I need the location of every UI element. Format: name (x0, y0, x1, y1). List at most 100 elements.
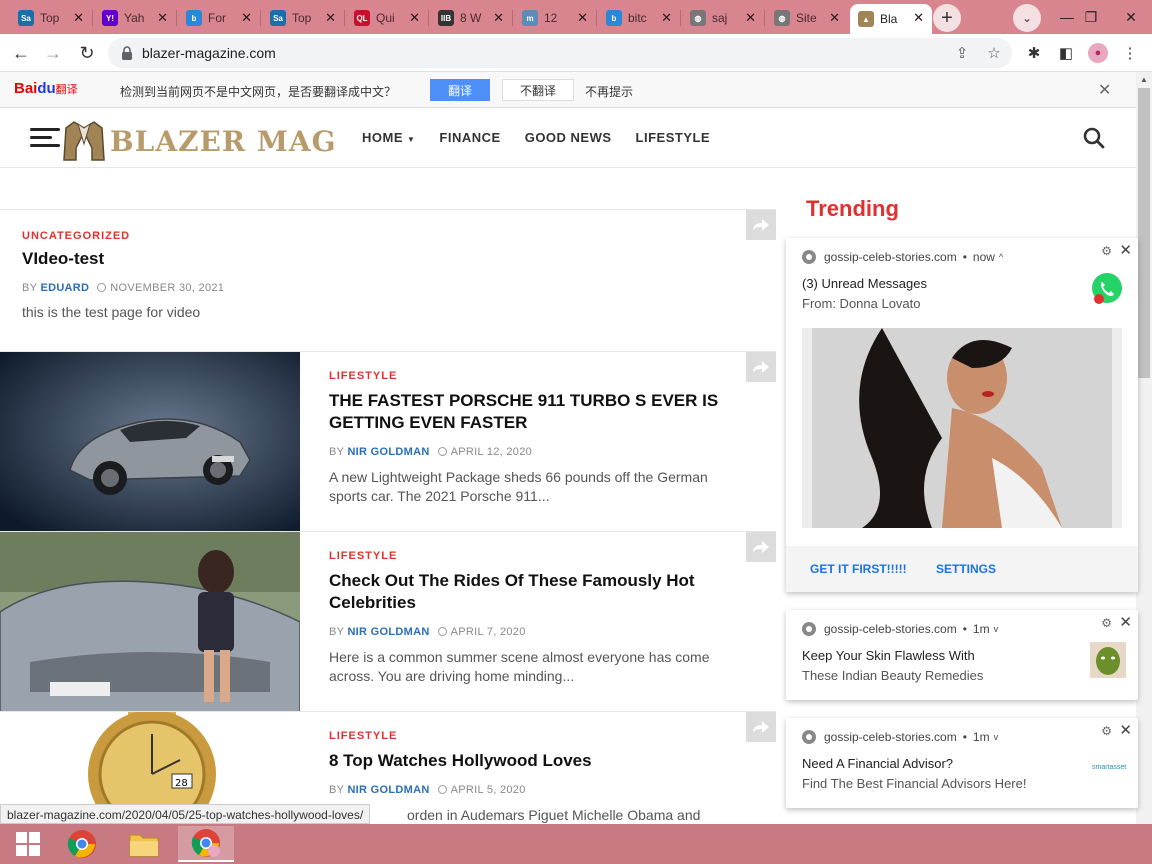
new-tab-button[interactable]: + (933, 4, 961, 32)
tab-0[interactable]: Sa Top ✕ (10, 4, 92, 32)
tab-separator (260, 10, 261, 26)
chrome-notification[interactable]: gossip-celeb-stories.com • 1m v ⚙ ✕ Need A … (786, 718, 1138, 808)
post-category[interactable]: LIFESTYLE (329, 550, 729, 562)
site-logo[interactable]: BLAZER MAG (62, 118, 337, 164)
post-title[interactable]: VIdeo-test (22, 248, 722, 270)
tab-close-icon[interactable]: ✕ (73, 10, 84, 26)
tab-5[interactable]: IIB 8 W ✕ (430, 4, 512, 32)
gear-icon[interactable]: ⚙ (1101, 616, 1112, 630)
blazer-icon: ▲ (858, 11, 874, 27)
close-icon[interactable]: ✕ (1119, 613, 1132, 631)
share-icon[interactable] (746, 352, 776, 382)
tab-10[interactable]: ▲ Bla ✕ (850, 4, 932, 34)
search-icon[interactable] (1082, 126, 1106, 150)
side-panel-icon[interactable]: ◧ (1056, 43, 1076, 63)
no-translate-button[interactable]: 不翻译 (502, 79, 574, 101)
tab-title: saj (712, 11, 728, 25)
tab-close-icon[interactable]: ✕ (913, 10, 924, 26)
taskbar-chrome[interactable] (54, 826, 110, 862)
start-button[interactable] (0, 826, 56, 862)
tab-1[interactable]: Y! Yah ✕ (94, 4, 176, 32)
chrome-notification[interactable]: gossip-celeb-stories.com • 1m v ⚙ ✕ Keep Yo… (786, 610, 1138, 700)
scroll-up-arrow-icon[interactable]: ▲ (1140, 75, 1148, 84)
never-prompt-link[interactable]: 不再提示 (585, 83, 633, 100)
tab-search-button[interactable]: ⌄ (1013, 4, 1041, 32)
tab-close-icon[interactable]: ✕ (241, 10, 252, 26)
post-category[interactable]: LIFESTYLE (329, 370, 729, 382)
tab-4[interactable]: QL Qui ✕ (346, 4, 428, 32)
chrome-profile-icon (191, 829, 220, 857)
tab-6[interactable]: m 12 ✕ (514, 4, 596, 32)
profile-avatar[interactable]: ● (1088, 43, 1108, 63)
post-title[interactable]: THE FASTEST PORSCHE 911 TURBO S EVER IS … (329, 390, 729, 434)
tab-close-icon[interactable]: ✕ (745, 10, 756, 26)
source-label: gossip-celeb-stories.com (824, 250, 957, 264)
tab-title: Yah (124, 11, 145, 25)
chevron-down-icon[interactable]: v (994, 624, 999, 634)
taskbar-chrome-active[interactable] (178, 826, 234, 862)
tab-3[interactable]: Sa Top ✕ (262, 4, 344, 32)
tab-separator (176, 10, 177, 26)
gear-icon[interactable]: ⚙ (1101, 244, 1112, 258)
share-icon[interactable] (746, 532, 776, 562)
scrollbar-thumb[interactable] (1138, 88, 1150, 378)
reload-icon[interactable]: ↻ (74, 40, 100, 66)
menu-kebab-icon[interactable]: ⋮ (1120, 43, 1140, 63)
gear-icon[interactable]: ⚙ (1101, 724, 1112, 738)
tab-close-icon[interactable]: ✕ (661, 10, 672, 26)
close-icon[interactable]: ✕ (1098, 80, 1111, 100)
tab-close-icon[interactable]: ✕ (325, 10, 336, 26)
tab-close-icon[interactable]: ✕ (493, 10, 504, 26)
share-icon[interactable] (746, 210, 776, 240)
porsche-thumbnail[interactable] (0, 352, 300, 532)
nav-home[interactable]: HOME ▼ (362, 130, 415, 145)
post-title[interactable]: Check Out The Rides Of These Famously Ho… (329, 570, 729, 614)
share-icon[interactable]: ⇪ (952, 43, 972, 63)
close-icon[interactable]: ✕ (1119, 721, 1132, 739)
settings-button[interactable]: SETTINGS (936, 562, 996, 576)
post-date: APRIL 5, 2020 (450, 784, 526, 796)
translate-button[interactable]: 翻译 (430, 79, 490, 101)
tab-2[interactable]: b For ✕ (178, 4, 260, 32)
chevron-down-icon[interactable]: v (994, 732, 999, 742)
chevron-up-icon[interactable]: ^ (999, 252, 1003, 262)
post-meta: BY NIR GOLDMAN APRIL 12, 2020 (329, 446, 729, 458)
hamburger-menu-icon[interactable] (30, 128, 60, 148)
post-category[interactable]: UNCATEGORIZED (22, 230, 722, 242)
chrome-notification[interactable]: gossip-celeb-stories.com • now ^ ⚙ ✕ (3) Un… (786, 238, 1138, 592)
taskbar-file-explorer[interactable] (116, 826, 172, 862)
nav-good-news[interactable]: GOOD NEWS (525, 130, 612, 145)
celebrity-car-thumbnail[interactable] (0, 532, 300, 712)
bookmark-star-icon[interactable]: ☆ (984, 43, 1004, 63)
tab-7[interactable]: b bitc ✕ (598, 4, 680, 32)
close-icon[interactable]: ✕ (1119, 241, 1132, 259)
post-author[interactable]: NIR GOLDMAN (347, 626, 429, 638)
lock-icon[interactable] (120, 45, 134, 61)
post-category[interactable]: LIFESTYLE (329, 730, 729, 742)
extensions-icon[interactable]: ✱ (1024, 43, 1044, 63)
tab-close-icon[interactable]: ✕ (577, 10, 588, 26)
tab-close-icon[interactable]: ✕ (409, 10, 420, 26)
back-icon[interactable]: ← (8, 40, 34, 66)
close-window-button[interactable]: ✕ (1108, 0, 1152, 34)
svg-text:28: 28 (175, 778, 188, 789)
notification-body: These Indian Beauty Remedies (802, 668, 984, 683)
tab-close-icon[interactable]: ✕ (157, 10, 168, 26)
main-nav: HOME ▼ FINANCE GOOD NEWS LIFESTYLE (362, 130, 710, 145)
tab-close-icon[interactable]: ✕ (829, 10, 840, 26)
post-title[interactable]: 8 Top Watches Hollywood Loves (329, 750, 729, 772)
post-author[interactable]: NIR GOLDMAN (347, 446, 429, 458)
page-scrollbar[interactable]: ▲ (1136, 72, 1152, 824)
time-label: now (972, 250, 995, 264)
nav-finance[interactable]: FINANCE (439, 130, 500, 145)
share-icon[interactable] (746, 712, 776, 742)
post-author[interactable]: NIR GOLDMAN (347, 784, 429, 796)
get-it-first-button[interactable]: GET IT FIRST!!!!! (810, 562, 907, 576)
source-label: gossip-celeb-stories.com (824, 622, 957, 636)
address-bar[interactable]: blazer-magazine.com ⇪ ☆ (108, 38, 1012, 68)
nav-lifestyle[interactable]: LIFESTYLE (636, 130, 711, 145)
tab-9[interactable]: ◍ Site ✕ (766, 4, 848, 32)
tab-8[interactable]: ◍ saj ✕ (682, 4, 764, 32)
forward-icon[interactable]: → (40, 40, 66, 66)
post-author[interactable]: EDUARD (40, 282, 89, 294)
